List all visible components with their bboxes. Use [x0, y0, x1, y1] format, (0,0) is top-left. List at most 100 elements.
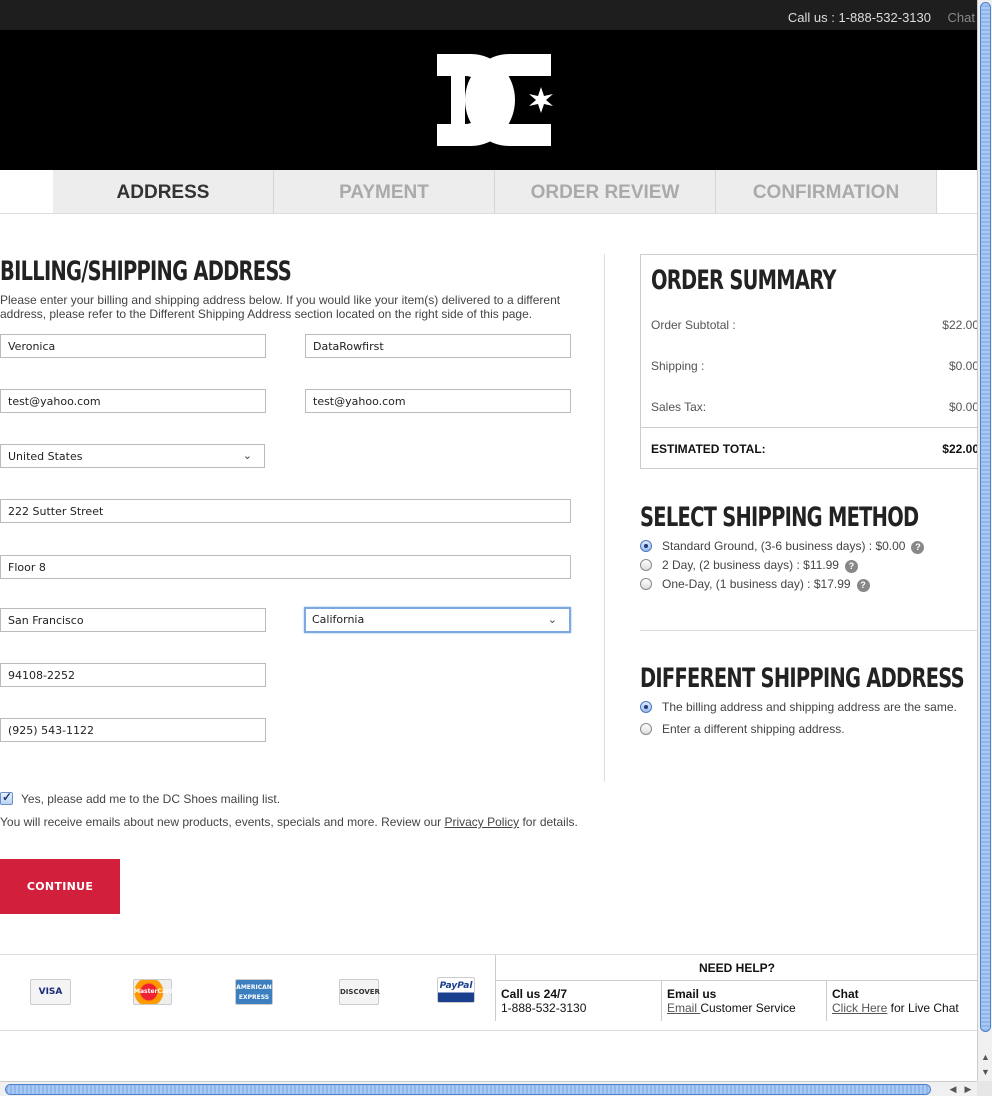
help-icon[interactable]: ?	[856, 579, 870, 592]
scroll-left-arrow-icon[interactable]: ◀	[946, 1083, 960, 1096]
section-divider	[640, 630, 977, 631]
site-header	[0, 30, 977, 170]
zip-field[interactable]: 94108-2252	[0, 663, 266, 687]
mailing-note: You will receive emails about new produc…	[0, 815, 578, 829]
email-link[interactable]: Email	[667, 1001, 700, 1015]
amex-card-icon: AMERICAN EXPRESS	[235, 979, 273, 1005]
continue-button[interactable]: CONTINUE	[0, 859, 120, 914]
shipping-method-title: SELECT SHIPPING METHOD	[640, 502, 919, 533]
help-icon[interactable]: ?	[911, 541, 925, 554]
step-confirmation[interactable]: CONFIRMATION	[716, 170, 937, 213]
shipping-option-2day[interactable]: 2 Day, (2 business days) : $11.99?	[640, 558, 858, 573]
tax-label: Sales Tax:	[651, 400, 707, 414]
different-address-label: Enter a different shipping address.	[662, 722, 845, 736]
radio-unselected[interactable]	[640, 578, 652, 590]
total-label: ESTIMATED TOTAL:	[651, 442, 766, 456]
address1-field[interactable]: 222 Sutter Street	[0, 499, 571, 523]
chevron-down-icon: ⌄	[547, 613, 557, 626]
paypal-icon: PayPal	[437, 977, 475, 1003]
help-icon[interactable]: ?	[844, 560, 858, 573]
tax-row: Sales Tax: $0.00	[651, 400, 977, 414]
shipping-value: $0.00	[948, 359, 977, 373]
footer: VISA MasterCard AMERICAN EXPRESS DISCOVE…	[0, 954, 977, 1031]
need-help-title: NEED HELP?	[496, 955, 977, 981]
horizontal-scrollbar[interactable]: ◀ ▶	[0, 1081, 977, 1096]
country-value: United States	[8, 450, 83, 463]
mailing-note-suffix: for details.	[519, 815, 578, 829]
subtotal-row: Order Subtotal : $22.00	[651, 318, 977, 332]
billing-intro: Please enter your billing and shipping a…	[0, 293, 561, 321]
privacy-policy-link[interactable]: Privacy Policy	[444, 815, 519, 829]
chat-title: Chat	[832, 987, 859, 1001]
email-field[interactable]: test@yahoo.com	[0, 389, 266, 413]
shipping-option-label: Standard Ground, (3-6 business days) : $…	[662, 539, 906, 553]
address2-field[interactable]: Floor 8	[0, 555, 571, 579]
help-email-column: Email us Email Customer Service	[662, 981, 827, 1021]
checkout-steps: ADDRESS PAYMENT ORDER REVIEW CONFIRMATIO…	[0, 170, 977, 214]
order-summary-title: ORDER SUMMARY	[651, 265, 837, 296]
radio-selected[interactable]	[640, 701, 652, 713]
step-payment[interactable]: PAYMENT	[274, 170, 495, 213]
help-chat-column: Chat Click Here for Live Chat	[827, 981, 977, 1021]
scroll-right-arrow-icon[interactable]: ▶	[961, 1083, 975, 1096]
chevron-down-icon: ⌄	[242, 449, 252, 462]
help-call-column: Call us 24/7 1-888-532-3130	[496, 981, 662, 1021]
radio-unselected[interactable]	[640, 559, 652, 571]
shipping-option-standard[interactable]: Standard Ground, (3-6 business days) : $…	[640, 539, 925, 554]
shipping-option-oneday[interactable]: One-Day, (1 business day) : $17.99?	[640, 577, 870, 592]
phone-field[interactable]: (925) 543-1122	[0, 718, 266, 742]
dc-shoes-logo-icon[interactable]	[437, 50, 555, 150]
step-order-review[interactable]: ORDER REVIEW	[495, 170, 716, 213]
chat-link[interactable]: Chat	[948, 10, 975, 25]
same-address-option[interactable]: The billing address and shipping address…	[640, 700, 957, 714]
mailing-note-text: You will receive emails about new produc…	[0, 815, 445, 829]
shipping-option-label: 2 Day, (2 business days) : $11.99	[662, 558, 839, 572]
vertical-scroll-thumb[interactable]	[980, 2, 991, 1032]
visa-card-icon: VISA	[30, 979, 71, 1005]
last-name-field[interactable]: DataRowfirst	[305, 334, 571, 358]
country-select[interactable]: United States ⌄	[0, 444, 265, 468]
shipping-label: Shipping :	[651, 359, 705, 373]
estimated-total-row: ESTIMATED TOTAL: $22.00	[641, 427, 977, 469]
subtotal-value: $22.00	[942, 318, 977, 332]
state-value: California	[312, 613, 365, 626]
step-address[interactable]: ADDRESS	[53, 170, 274, 213]
first-name-field[interactable]: Veronica	[0, 334, 266, 358]
call-number: 1-888-532-3130	[501, 1001, 587, 1015]
shipping-row: Shipping : $0.00	[651, 359, 977, 373]
checkout-page: Call us : 1-888-532-3130 Chat ADDRESS PA…	[0, 0, 977, 1081]
email-title: Email us	[667, 987, 717, 1001]
total-value: $22.00	[942, 442, 977, 456]
mailing-list-option[interactable]: Yes, please add me to the DC Shoes maili…	[0, 790, 281, 806]
same-address-label: The billing address and shipping address…	[662, 700, 957, 714]
subtotal-label: Order Subtotal :	[651, 318, 736, 332]
city-field[interactable]: San Francisco	[0, 608, 266, 632]
mastercard-icon: MasterCard	[133, 979, 173, 1005]
call-title: Call us 24/7	[501, 987, 568, 1001]
vertical-scrollbar[interactable]: ▲ ▼	[977, 0, 992, 1081]
scrollbar-corner	[977, 1081, 992, 1096]
different-address-option[interactable]: Enter a different shipping address.	[640, 722, 845, 736]
radio-selected[interactable]	[640, 540, 652, 552]
email-text: Customer Service	[700, 1001, 796, 1015]
horizontal-scroll-thumb[interactable]	[5, 1084, 931, 1095]
scroll-down-arrow-icon[interactable]: ▼	[980, 1065, 991, 1079]
top-utility-bar: Call us : 1-888-532-3130 Chat	[0, 0, 977, 30]
need-help-box: NEED HELP? Call us 24/7 1-888-532-3130 E…	[495, 955, 977, 1021]
radio-unselected[interactable]	[640, 723, 652, 735]
billing-title: BILLING/SHIPPING ADDRESS	[0, 256, 292, 287]
tax-value: $0.00	[948, 400, 977, 414]
discover-card-icon: DISCOVER	[339, 979, 380, 1005]
shipping-option-label: One-Day, (1 business day) : $17.99	[662, 577, 851, 591]
live-chat-link[interactable]: Click Here	[832, 1001, 887, 1015]
scroll-up-arrow-icon[interactable]: ▲	[980, 1050, 991, 1064]
order-summary: ORDER SUMMARY Order Subtotal : $22.00 Sh…	[640, 254, 977, 469]
mailing-list-label: Yes, please add me to the DC Shoes maili…	[21, 792, 281, 806]
chat-text: for Live Chat	[887, 1001, 959, 1015]
mailing-list-checkbox[interactable]	[0, 790, 13, 805]
state-select[interactable]: California ⌄	[304, 607, 571, 633]
call-us-text: Call us : 1-888-532-3130	[787, 10, 931, 25]
confirm-email-field[interactable]: test@yahoo.com	[305, 389, 571, 413]
column-divider	[604, 254, 605, 782]
different-address-title: DIFFERENT SHIPPING ADDRESS	[640, 663, 965, 694]
